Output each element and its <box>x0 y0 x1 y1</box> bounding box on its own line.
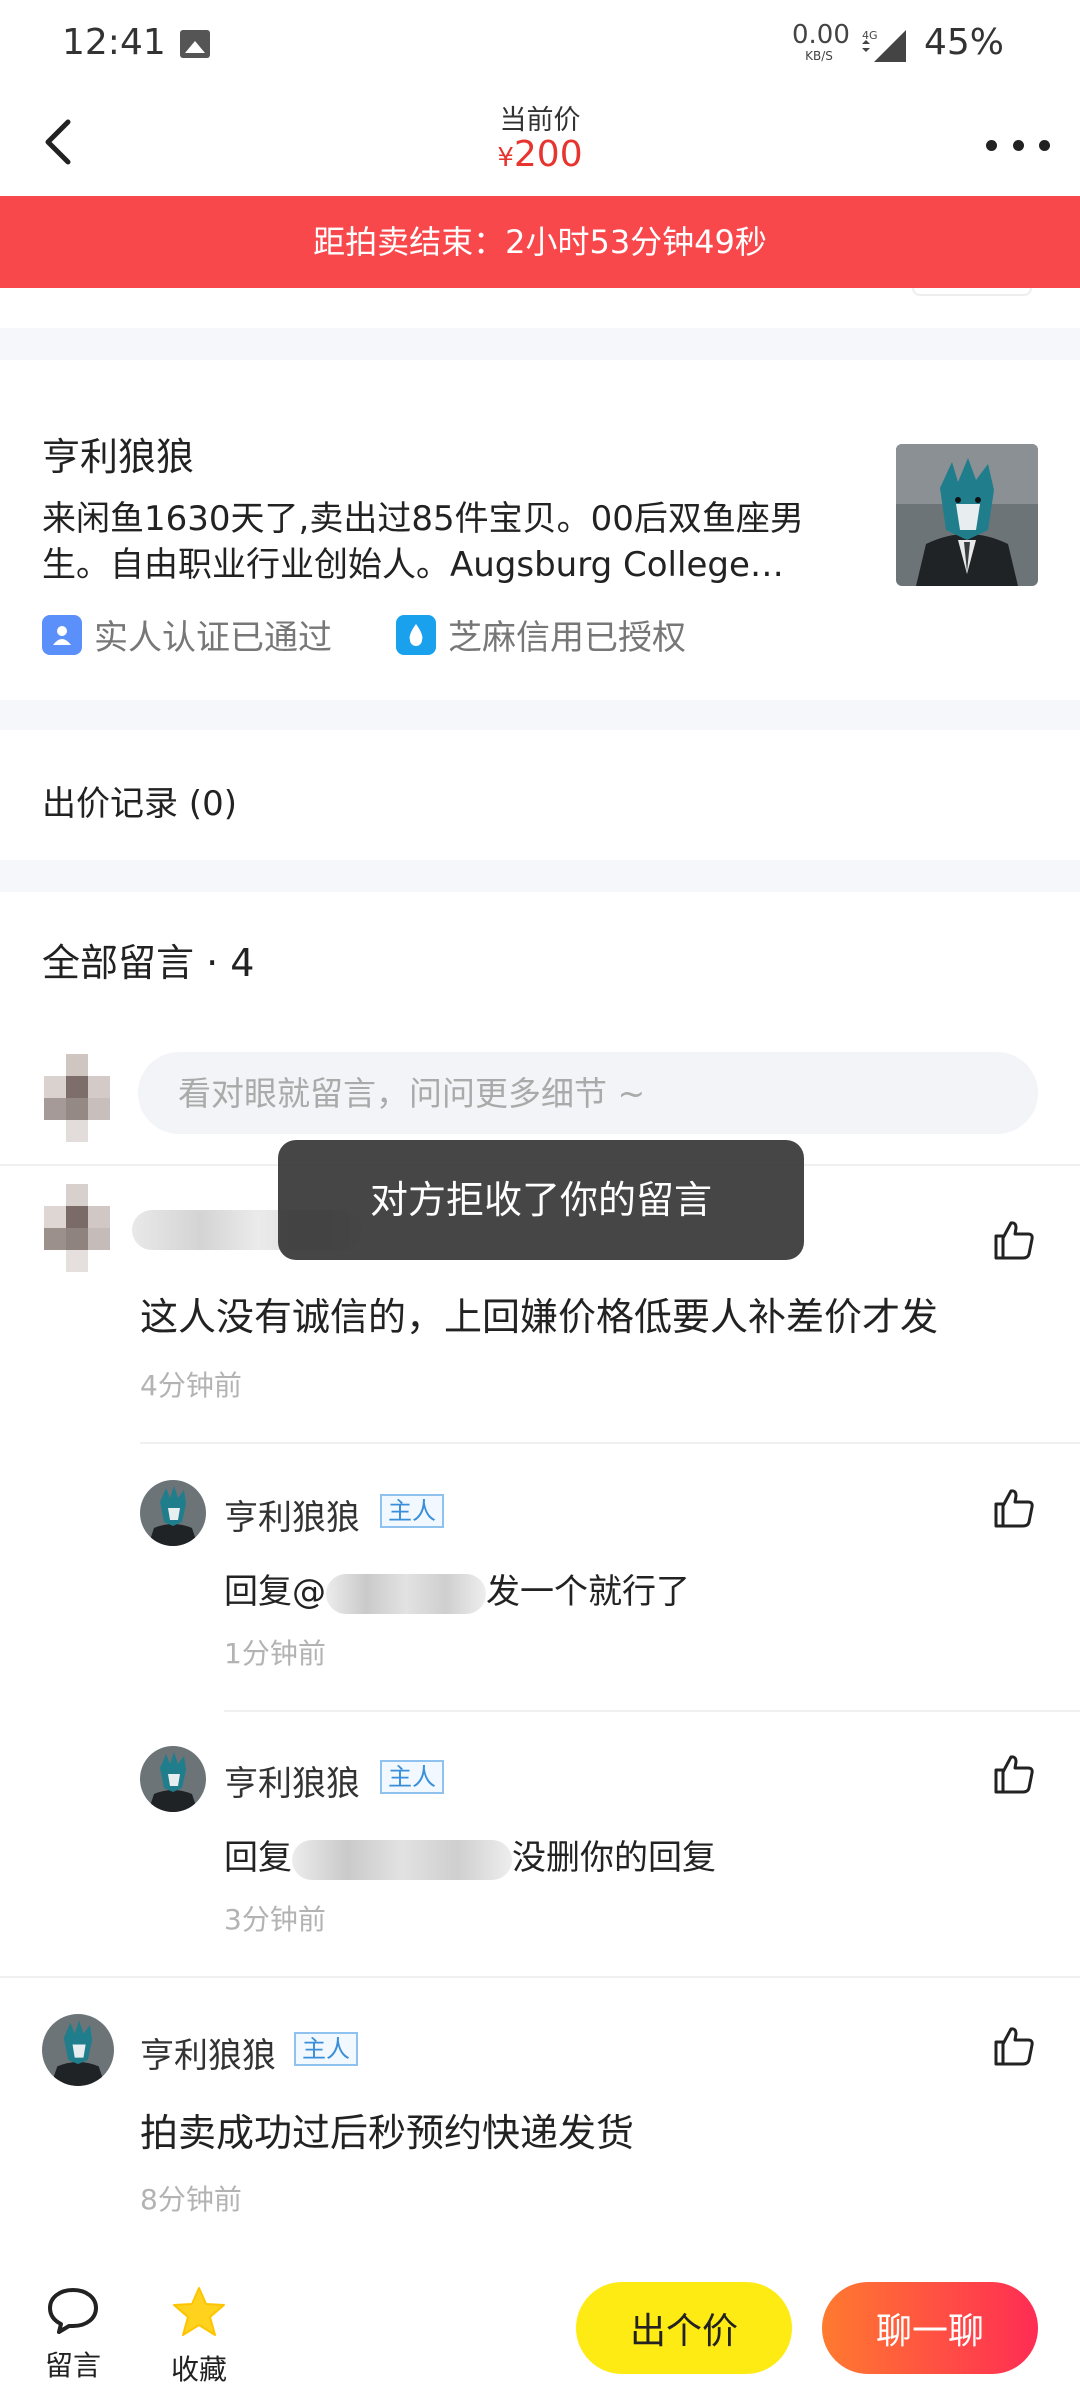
owner-tag: 主人 <box>380 1760 444 1794</box>
divider <box>224 1710 1080 1712</box>
bid-records-row[interactable]: 出价记录 (0) <box>0 730 1080 860</box>
reply-avatar[interactable] <box>140 1480 206 1546</box>
verified-person-icon <box>42 614 82 655</box>
reply-author[interactable]: 亨利狼狼 <box>224 1756 360 1805</box>
sesame-credit-icon <box>396 614 436 655</box>
comments-section: 全部留言 · 4 这人没有诚信的，上回嫌价格低要人补差价才发 4分钟前 亨利狼狼… <box>0 892 1080 2272</box>
make-bid-button[interactable]: 出个价 <box>576 2282 792 2374</box>
mention-blurred <box>292 1839 512 1880</box>
comment-nav-button[interactable]: 留言 <box>28 2286 118 2384</box>
comment-text: 拍卖成功过后秒预约快递发货 <box>140 2111 635 2155</box>
seller-card[interactable]: 亨利狼狼 来闲鱼1630天了,卖出过85件宝贝。00后双鱼座男生。自由职业行业创… <box>0 360 1080 700</box>
star-icon <box>173 2287 225 2336</box>
comment-nav-label: 留言 <box>44 2349 101 2382</box>
divider <box>140 1442 1080 1444</box>
favorite-nav-button[interactable]: 收藏 <box>154 2286 244 2388</box>
network-speed-unit: KB/S <box>805 49 833 63</box>
commenter-avatar[interactable] <box>42 2014 114 2086</box>
commenter-avatar-blurred[interactable] <box>44 1184 110 1284</box>
image-notification-icon <box>180 30 210 58</box>
section-gap <box>0 860 1080 892</box>
comments-title: 全部留言 · 4 <box>42 941 255 985</box>
seller-name[interactable]: 亨利狼狼 <box>42 426 194 481</box>
reply-author[interactable]: 亨利狼狼 <box>224 1490 360 1539</box>
like-icon[interactable] <box>992 1218 1036 1262</box>
network-type-label: 4G <box>862 29 878 42</box>
section-gap <box>0 700 1080 730</box>
signal-4g-icon: 4G <box>862 29 906 62</box>
price-amount: 200 <box>513 134 583 175</box>
status-bar: 12:41 0.00 KB/S 4G 45% <box>0 0 1080 90</box>
reply-time: 1分钟前 <box>224 1637 326 1670</box>
reply-suffix: 没删你的回复 <box>512 1838 716 1878</box>
reply-prefix: 回复@ <box>224 1572 326 1612</box>
owner-tag: 主人 <box>380 1494 444 1528</box>
more-options-icon[interactable] <box>986 130 1050 160</box>
battery-level: 45% <box>924 22 1005 63</box>
like-icon[interactable] <box>992 1486 1036 1530</box>
bottom-action-bar: 留言 收藏 出个价 聊一聊 <box>0 2272 1080 2400</box>
comment-time: 4分钟前 <box>140 1369 242 1402</box>
comment-text: 这人没有诚信的，上回嫌价格低要人补差价才发 <box>140 1295 939 1339</box>
owner-tag: 主人 <box>294 2032 358 2066</box>
sesame-credit-badge-label: 芝麻信用已授权 <box>448 618 686 658</box>
auction-countdown: 距拍卖结束：2小时53分钟49秒 <box>0 196 1080 288</box>
seller-bio: 来闲鱼1630天了,卖出过85件宝贝。00后双鱼座男生。自由职业行业创始人。Au… <box>42 499 804 585</box>
currency-symbol: ¥ <box>497 143 514 173</box>
reply-avatar[interactable] <box>140 1746 206 1812</box>
comment-author[interactable]: 亨利狼狼 <box>140 2028 276 2077</box>
reply-suffix: 发一个就行了 <box>486 1572 690 1612</box>
sesame-credit-badge: 芝麻信用已授权 <box>396 610 686 659</box>
speech-bubble-icon <box>48 2288 98 2334</box>
top-header: 当前价 ¥200 <box>0 90 1080 196</box>
bid-records-label[interactable]: 出价记录 (0) <box>42 776 237 825</box>
current-price: ¥200 <box>0 134 1080 175</box>
reply-prefix: 回复 <box>224 1838 292 1878</box>
mention-blurred <box>326 1573 486 1614</box>
real-person-badge: 实人认证已通过 <box>42 610 332 659</box>
real-person-badge-label: 实人认证已通过 <box>94 618 332 658</box>
divider <box>0 1976 1080 1978</box>
network-speed-value: 0.00 <box>792 20 850 50</box>
reply-text: 回复 没删你的回复 <box>224 1830 716 1880</box>
chat-button[interactable]: 聊一聊 <box>822 2282 1038 2374</box>
current-price-label: 当前价 <box>499 105 581 136</box>
comment-input[interactable] <box>138 1052 1038 1134</box>
network-speed: 0.00 KB/S <box>792 20 850 63</box>
seller-avatar[interactable] <box>896 444 1038 586</box>
reply-text: 回复@ 发一个就行了 <box>224 1564 690 1614</box>
like-icon[interactable] <box>992 1752 1036 1796</box>
favorite-nav-label: 收藏 <box>170 2353 227 2386</box>
reply-time: 3分钟前 <box>224 1903 326 1936</box>
like-icon[interactable] <box>992 2024 1036 2068</box>
toast-message: 对方拒收了你的留言 <box>278 1140 804 1260</box>
hidden-element-edge <box>912 288 1032 296</box>
my-avatar <box>44 1054 110 1142</box>
status-time: 12:41 <box>62 22 166 63</box>
comment-time: 8分钟前 <box>140 2183 242 2216</box>
section-gap <box>0 328 1080 360</box>
